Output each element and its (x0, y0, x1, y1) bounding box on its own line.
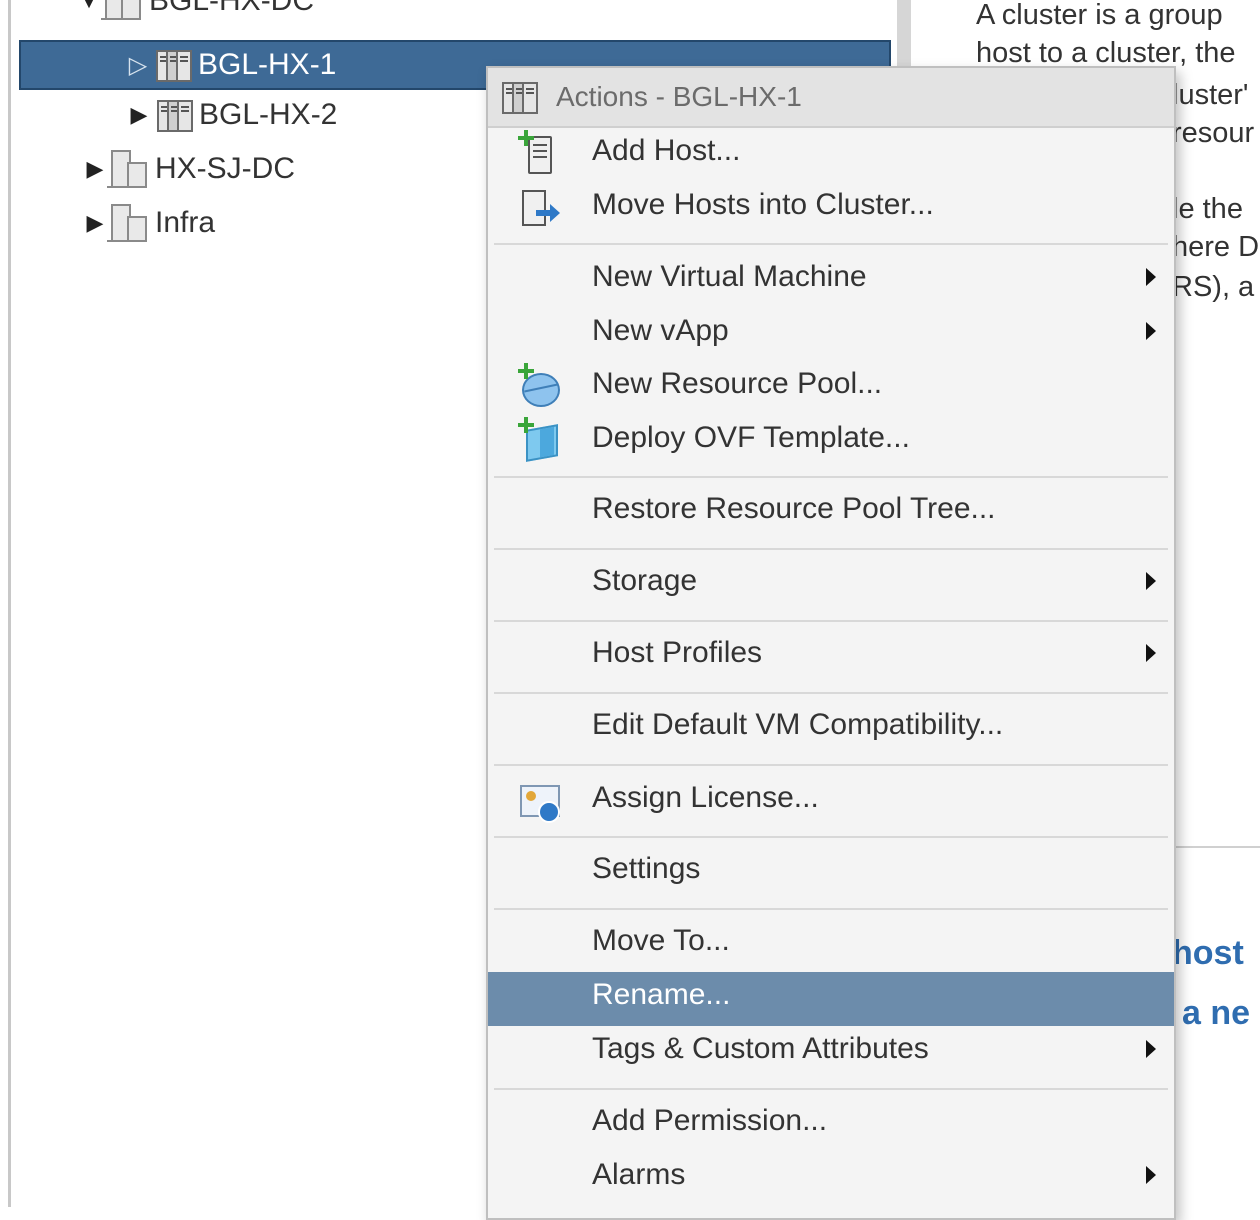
menu-item-new-vm[interactable]: New Virtual Machine (488, 252, 1174, 302)
submenu-arrow-icon (1146, 1166, 1156, 1184)
datacenter-icon (107, 150, 147, 188)
menu-item-storage[interactable]: Storage (488, 556, 1174, 606)
menu-item-new-vapp[interactable]: New vApp (488, 306, 1174, 356)
menu-item-label: New Resource Pool... (592, 367, 883, 400)
menu-item-label: Rename... (592, 978, 731, 1011)
submenu-arrow-icon (1146, 322, 1156, 340)
submenu-arrow-icon (1146, 1040, 1156, 1058)
collapsed-caret-icon[interactable]: ▶ (83, 154, 107, 184)
description-line: luster' (1172, 79, 1249, 111)
description-line: resour (1172, 117, 1255, 149)
menu-item-label: Storage (592, 564, 698, 597)
menu-item-label: New Virtual Machine (592, 260, 867, 293)
collapsed-caret-icon[interactable]: ▶ (127, 100, 151, 130)
submenu-arrow-icon (1146, 572, 1156, 590)
menu-item-add-host[interactable]: Add Host... (488, 126, 1174, 176)
expanded-caret-icon[interactable]: ▼ (77, 0, 101, 16)
license-icon (516, 777, 560, 823)
menu-item-host-profiles[interactable]: Host Profiles (488, 628, 1174, 678)
datacenter-icon (101, 0, 141, 20)
menu-separator (494, 692, 1168, 694)
menu-item-assign-license[interactable]: Assign License... (488, 773, 1174, 823)
tree-item-label: BGL-HX-1 (198, 48, 337, 81)
menu-item-edit-vm-compatibility[interactable]: Edit Default VM Compatibility... (488, 700, 1174, 750)
menu-item-label: Restore Resource Pool Tree... (592, 492, 996, 525)
menu-item-label: Deploy OVF Template... (592, 421, 910, 454)
menu-separator (494, 764, 1168, 766)
tree-item-bgl-hx-2[interactable]: ▶ BGL-HX-2 (127, 92, 337, 138)
menu-separator (494, 476, 1168, 478)
menu-item-label: Add Host... (592, 134, 741, 167)
menu-item-label: New vApp (592, 314, 729, 347)
menu-item-rename[interactable]: Rename... (488, 972, 1174, 1026)
collapsed-caret-icon[interactable]: ▷ (126, 50, 150, 80)
menu-separator (494, 620, 1168, 622)
description-line: RS), a (1172, 271, 1255, 303)
tree-item-label: BGL-HX-2 (199, 98, 338, 131)
menu-item-label: Edit Default VM Compatibility... (592, 708, 1004, 741)
menu-item-add-permission[interactable]: Add Permission... (488, 1096, 1174, 1146)
tree-item-label: BGL-HX-DC (149, 0, 315, 17)
menu-separator (494, 836, 1168, 838)
tree-item-label: HX-SJ-DC (155, 152, 295, 185)
menu-item-label: Add Permission... (592, 1104, 828, 1137)
submenu-arrow-icon (1146, 268, 1156, 286)
menu-item-alarms[interactable]: Alarms (488, 1150, 1174, 1200)
menu-item-move-to[interactable]: Move To... (488, 916, 1174, 966)
menu-item-label: Host Profiles (592, 636, 763, 669)
menu-item-label: Alarms (592, 1158, 686, 1191)
description-line: A cluster is a group (976, 0, 1223, 31)
menu-separator (494, 243, 1168, 245)
add-host-icon (516, 130, 560, 174)
actions-context-menu: Actions - BGL-HX-1 Add Host... Move Host… (486, 66, 1176, 1220)
menu-item-new-resource-pool[interactable]: New Resource Pool... (488, 359, 1174, 409)
datacenter-icon (107, 204, 147, 242)
menu-item-label: Settings (592, 852, 701, 885)
collapsed-caret-icon[interactable]: ▶ (83, 208, 107, 238)
menu-item-move-hosts[interactable]: Move Hosts into Cluster... (488, 180, 1174, 230)
tree-item-hx-sj-dc[interactable]: ▶ HX-SJ-DC (83, 146, 295, 192)
menu-item-label: Move Hosts into Cluster... (592, 188, 934, 221)
menu-item-label: Assign License... (592, 781, 819, 814)
tree-item-infra[interactable]: ▶ Infra (83, 200, 215, 246)
ovf-template-icon (516, 417, 560, 462)
divider (1170, 846, 1260, 848)
submenu-arrow-icon (1146, 644, 1156, 662)
menu-header: Actions - BGL-HX-1 (488, 68, 1174, 128)
cluster-icon (156, 48, 192, 82)
resource-pool-icon (516, 363, 560, 407)
tree-item-bgl-hx-dc[interactable]: ▼ BGL-HX-DC (77, 0, 314, 24)
menu-separator (494, 908, 1168, 910)
menu-item-restore-pool-tree[interactable]: Restore Resource Pool Tree... (488, 484, 1174, 534)
menu-item-deploy-ovf[interactable]: Deploy OVF Template... (488, 413, 1174, 463)
menu-separator (494, 1088, 1168, 1090)
menu-item-settings[interactable]: Settings (488, 844, 1174, 894)
menu-separator (494, 548, 1168, 550)
description-link[interactable]: host (1172, 934, 1244, 972)
cluster-icon (502, 80, 538, 114)
description-line: le the (1172, 193, 1243, 225)
tree-item-label: Infra (155, 206, 216, 239)
cluster-icon (157, 98, 193, 132)
description-link[interactable]: a ne (1182, 994, 1250, 1032)
description-line: here D (1172, 231, 1260, 263)
menu-item-label: Tags & Custom Attributes (592, 1032, 929, 1065)
menu-title: Actions - BGL-HX-1 (556, 81, 802, 112)
menu-item-tags-custom-attributes[interactable]: Tags & Custom Attributes (488, 1024, 1174, 1074)
move-hosts-icon (516, 184, 560, 228)
menu-item-label: Move To... (592, 924, 730, 957)
